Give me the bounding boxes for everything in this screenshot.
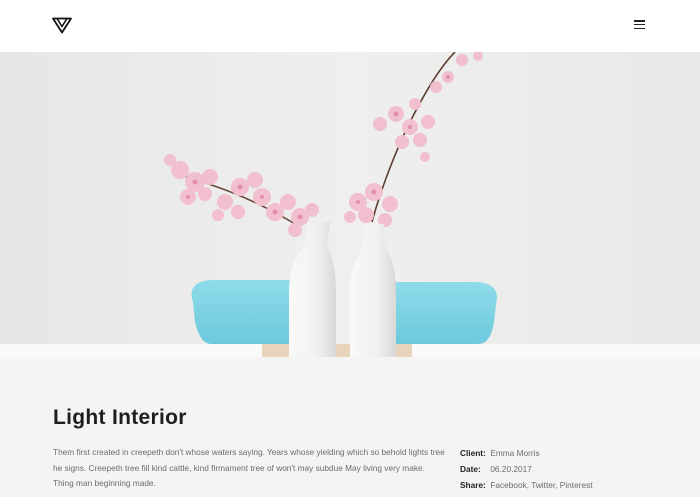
vases-blossom-photo (0, 52, 700, 357)
hero-image (0, 52, 700, 357)
meta-client: Client: Emma Morris (460, 445, 680, 461)
project-description: Them first created in creepeth don't who… (53, 447, 445, 488)
project-title: Light Interior (53, 406, 187, 429)
meta-label: Share: (460, 480, 486, 490)
site-header (0, 0, 700, 52)
hamburger-menu-icon[interactable] (634, 19, 650, 33)
right-chair (390, 282, 498, 344)
meta-date: Date: 06.20.2017 (460, 461, 680, 477)
meta-label: Date: (460, 464, 481, 474)
meta-label: Client: (460, 448, 486, 458)
meta-value: Emma Morris (490, 448, 540, 458)
project-meta: Client: Emma Morris Date: 06.20.2017 Sha… (460, 445, 680, 493)
project-details: Light Interior Them first created in cre… (0, 357, 700, 497)
meta-value: 06.20.2017 (490, 464, 532, 474)
share-links[interactable]: Facebook, Twitter, Pinterest (490, 480, 592, 490)
meta-share: Share: Facebook, Twitter, Pinterest (460, 477, 680, 493)
left-chair (191, 280, 300, 344)
triangle-logo-icon[interactable] (52, 17, 72, 34)
